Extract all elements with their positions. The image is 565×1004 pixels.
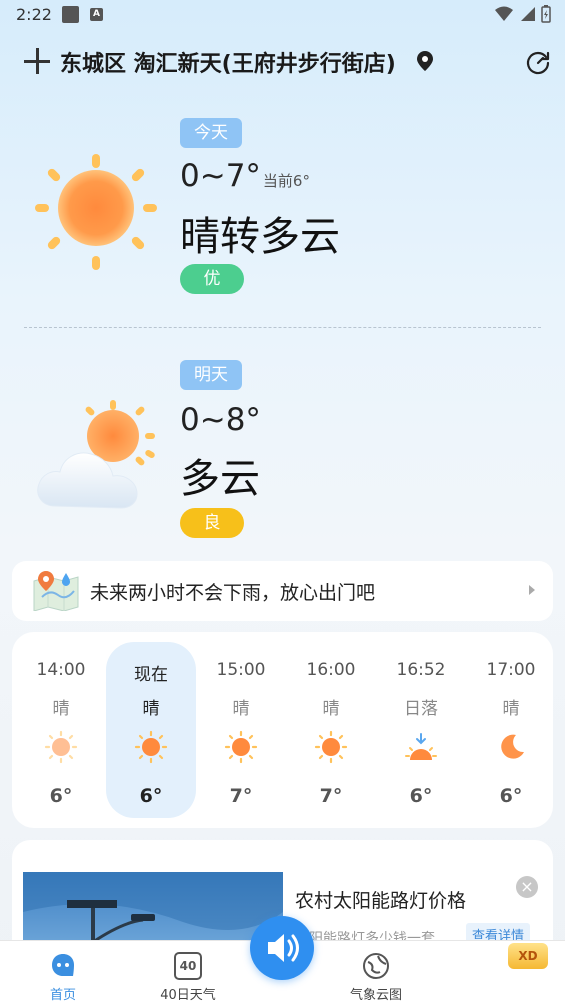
hour-condition: 晴 [232, 699, 250, 719]
hour-condition: 晴 [502, 699, 520, 719]
hour-time: 16:52 [396, 660, 446, 680]
hour-time: 现在 [134, 665, 168, 685]
hour-condition: 日落 [404, 699, 438, 719]
hour-item[interactable]: 17:00 晴 6° [466, 632, 553, 828]
nav-40-day-label: 40日天气 [160, 988, 216, 1003]
reward-badge[interactable]: XD [508, 943, 548, 969]
home-icon [52, 954, 74, 976]
nav-cloud-map-label: 气象云图 [349, 988, 402, 1003]
nav-40-day[interactable]: 40 40日天气 [143, 947, 233, 1003]
hourly-forecast[interactable]: 14:00 晴 6° 现在 晴 6° 15:00 晴 7° 16:00 晴 7°… [12, 632, 553, 828]
tomorrow-condition: 多云 [180, 456, 260, 502]
chevron-right-icon [529, 585, 535, 595]
ad-title[interactable]: 农村太阳能路灯价格 [295, 886, 466, 913]
hour-temp: 6° [409, 785, 433, 807]
sun-icon [314, 730, 348, 764]
hour-item[interactable]: 15:00 晴 7° [196, 632, 286, 828]
nav-cloud-map[interactable]: 气象云图 [331, 947, 421, 1003]
voice-broadcast-button[interactable] [250, 916, 314, 980]
sun-icon [224, 730, 258, 764]
globe-icon [363, 953, 389, 979]
hour-item[interactable]: 14:00 晴 6° [16, 632, 106, 828]
rain-map-icon [33, 571, 79, 611]
tomorrow-tag: 明天 [180, 360, 242, 390]
hour-time: 15:00 [216, 660, 266, 680]
hour-temp: 7° [229, 785, 253, 807]
today-temp-range: 0~7° 当前6° [180, 158, 310, 194]
sun-icon [134, 730, 168, 764]
calendar-40-icon: 40 [174, 952, 202, 980]
hour-item-current[interactable]: 现在 晴 6° [106, 642, 196, 818]
hour-condition: 晴 [142, 699, 160, 719]
moon-icon [501, 734, 524, 759]
today-tag: 今天 [180, 118, 242, 148]
speaker-icon [268, 934, 299, 962]
hour-temp: 6° [49, 785, 73, 807]
partly-cloudy-icon [37, 400, 155, 509]
hour-item[interactable]: 16:52 日落 6° [376, 632, 466, 828]
sun-icon [44, 730, 78, 764]
divider [24, 327, 541, 328]
rain-notice-card[interactable]: 未来两小时不会下雨，放心出门吧 [12, 561, 553, 621]
current-temp: 当前6° [262, 172, 310, 190]
hour-condition: 晴 [322, 699, 340, 719]
hour-temp: 7° [319, 785, 343, 807]
today-aqi-badge[interactable]: 优 [180, 264, 244, 294]
sun-icon [35, 154, 157, 270]
tomorrow-temp-range: 0~8° [180, 402, 261, 438]
hour-condition: 晴 [52, 699, 70, 719]
sunset-icon [405, 733, 437, 760]
close-icon[interactable]: × [516, 876, 538, 898]
today-temp-range-value: 0~7° [180, 158, 261, 194]
hour-time: 16:00 [306, 660, 356, 680]
tomorrow-aqi-badge[interactable]: 良 [180, 508, 244, 538]
hour-time: 17:00 [486, 660, 536, 680]
today-condition: 晴转多云 [180, 214, 340, 260]
today-forecast[interactable]: 今天 0~7° 当前6° 晴转多云 优 [0, 0, 565, 320]
hour-temp: 6° [499, 785, 523, 807]
nav-home-label: 首页 [49, 988, 76, 1003]
tomorrow-forecast[interactable]: 明天 0~8° 多云 良 [0, 330, 565, 550]
hour-time: 14:00 [36, 660, 86, 680]
rain-notice-text: 未来两小时不会下雨，放心出门吧 [90, 582, 376, 604]
hour-item[interactable]: 16:00 晴 7° [286, 632, 376, 828]
hour-temp: 6° [139, 785, 163, 807]
nav-home[interactable]: 首页 [18, 947, 108, 1003]
